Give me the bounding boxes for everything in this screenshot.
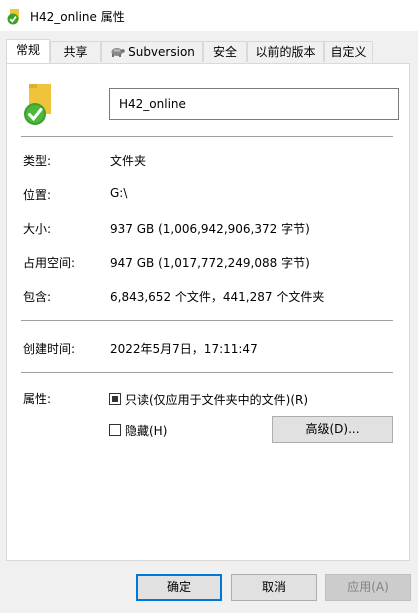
- separator: [21, 320, 393, 321]
- general-panel: H42_online 类型: 文件夹 位置: G:\ 大小: 937 GB (1…: [6, 63, 410, 561]
- size-on-disk-value: 947 GB (1,017,772,249,088 字节): [110, 256, 310, 270]
- contains-value: 6,843,652 个文件，441,287 个文件夹: [110, 290, 325, 304]
- type-value: 文件夹: [110, 154, 147, 168]
- location-value: G:\: [110, 186, 128, 200]
- apply-button[interactable]: 应用(A): [325, 574, 411, 601]
- size-value: 937 GB (1,006,942,906,372 字节): [110, 222, 310, 236]
- tab-subversion-label: Subversion: [128, 45, 195, 59]
- folder-check-icon: [7, 9, 19, 25]
- contains-label: 包含:: [23, 290, 52, 304]
- tab-previous-versions-label: 以前的版本: [255, 45, 316, 59]
- cancel-button[interactable]: 取消: [231, 574, 317, 601]
- window-title: H42_online 属性: [30, 10, 125, 24]
- title-bar: H42_online 属性: [0, 0, 418, 31]
- created-value: 2022年5月7日，17:11:47: [110, 342, 258, 356]
- tab-customize-label: 自定义: [330, 45, 367, 59]
- folder-check-icon: [24, 84, 51, 125]
- folder-name-input[interactable]: H42_online: [109, 88, 399, 120]
- tab-sharing-label: 共享: [63, 45, 88, 59]
- tab-previous-versions[interactable]: 以前的版本: [247, 41, 324, 62]
- tab-sharing[interactable]: 共享: [50, 41, 101, 62]
- tab-customize[interactable]: 自定义: [324, 41, 373, 62]
- type-label: 类型:: [23, 154, 52, 168]
- subversion-turtle-icon: [111, 48, 125, 57]
- size-on-disk-label: 占用空间:: [23, 256, 76, 270]
- location-label: 位置:: [23, 188, 52, 202]
- tab-general[interactable]: 常规: [6, 39, 50, 63]
- readonly-checkbox[interactable]: [109, 393, 121, 405]
- hidden-checkbox[interactable]: [109, 424, 121, 436]
- separator: [21, 136, 393, 137]
- tab-security[interactable]: 安全: [203, 41, 247, 62]
- tab-general-label: 常规: [15, 43, 40, 57]
- ok-button[interactable]: 确定: [136, 574, 222, 601]
- tab-security-label: 安全: [212, 45, 237, 59]
- size-label: 大小:: [23, 222, 52, 236]
- hidden-label[interactable]: 隐藏(H): [125, 422, 167, 439]
- advanced-button[interactable]: 高级(D)...: [272, 416, 393, 443]
- tab-subversion[interactable]: Subversion: [101, 41, 203, 62]
- readonly-label[interactable]: 只读(仅应用于文件夹中的文件)(R): [125, 391, 308, 408]
- attributes-label: 属性:: [23, 392, 52, 406]
- created-label: 创建时间:: [23, 342, 76, 356]
- separator: [21, 372, 393, 373]
